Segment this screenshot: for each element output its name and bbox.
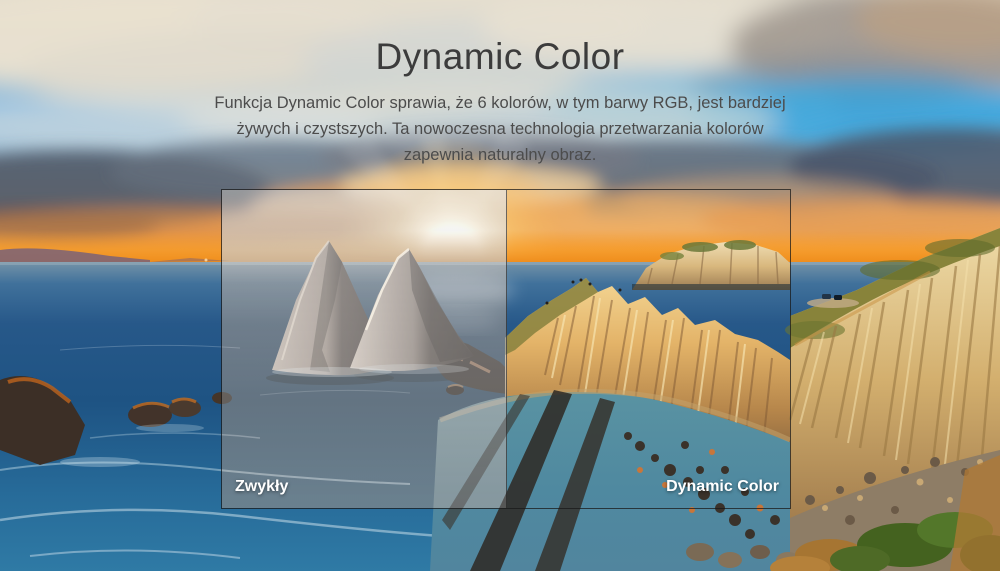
section-description: Funkcja Dynamic Color sprawia, że 6 kolo… xyxy=(214,94,786,164)
dynamic-color-section: Dynamic Color Funkcja Dynamic Color spra… xyxy=(0,0,1000,571)
comparison-normal-pane: Zwykły xyxy=(222,190,507,508)
dynamic-pane-label: Dynamic Color xyxy=(666,478,779,495)
comparison-frame: Zwykły Dynamic Color xyxy=(221,189,791,509)
normal-pane-label: Zwykły xyxy=(235,478,289,495)
comparison-dynamic-pane: Dynamic Color xyxy=(507,190,790,508)
page-title: Dynamic Color xyxy=(375,36,625,77)
section-copy: Dynamic Color Funkcja Dynamic Color spra… xyxy=(0,36,1000,168)
